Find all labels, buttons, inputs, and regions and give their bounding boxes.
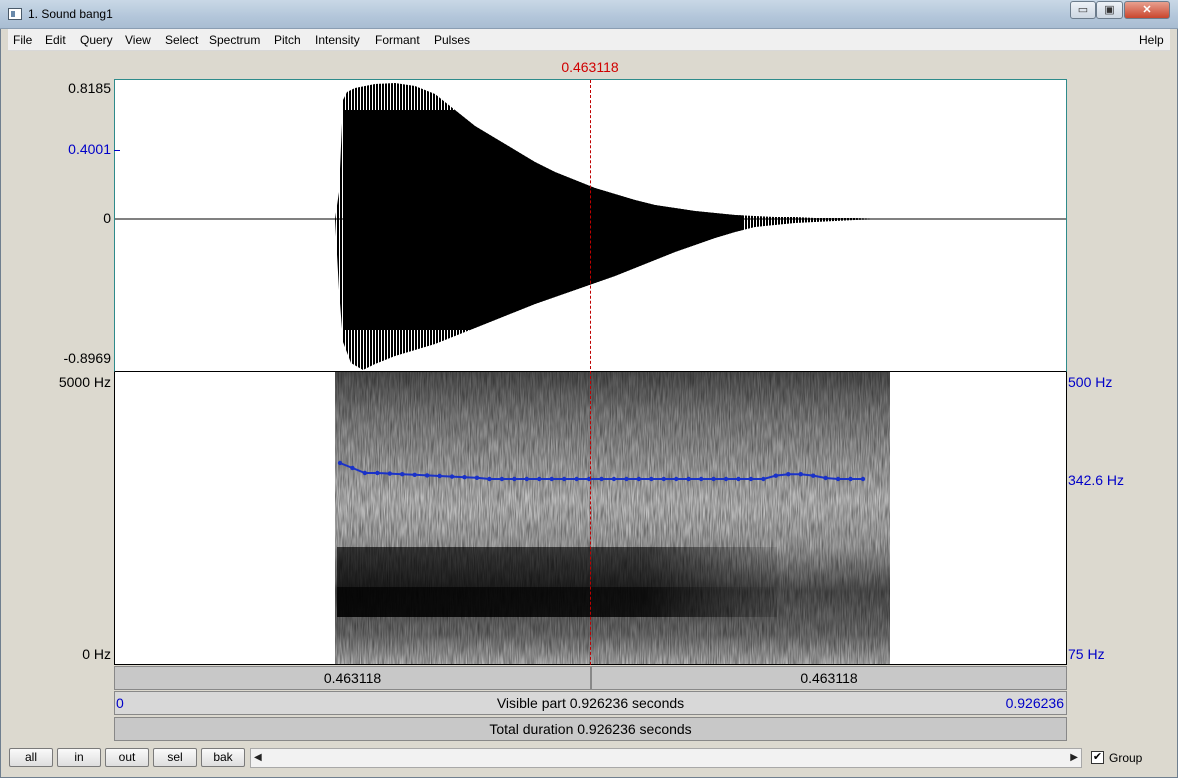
pitch-point (810, 473, 816, 478)
menu-query[interactable]: Query (80, 33, 113, 47)
wave-ymin-label: -0.8969 (63, 350, 111, 366)
pitch-point (474, 475, 480, 480)
pitch-point (424, 473, 430, 478)
pitch-point (835, 476, 841, 482)
pitch-point (487, 476, 492, 482)
pitch-point (686, 476, 691, 482)
window-icon (8, 8, 22, 20)
cursor-line (590, 80, 591, 690)
pitch-point (337, 460, 343, 466)
pitch-point (537, 476, 542, 482)
bak-button[interactable]: bak (201, 748, 245, 767)
menu-spectrum[interactable]: Spectrum (209, 33, 260, 47)
visible-start-label: 0 (116, 695, 124, 711)
menu-formant[interactable]: Formant (375, 33, 420, 47)
title-bar[interactable] (0, 0, 1178, 29)
pitch-point (611, 476, 617, 482)
menu-pulses[interactable]: Pulses (434, 33, 470, 47)
pitch-point (462, 475, 467, 480)
window-title: 1. Sound bang1 (28, 7, 113, 21)
sel-button[interactable]: sel (153, 748, 197, 767)
pitch-point (449, 474, 455, 479)
pitch-point (761, 476, 766, 482)
cursor-time-label: 0.463118 (561, 59, 619, 75)
close-button[interactable]: ✕ (1124, 1, 1170, 19)
menu-bar: File Edit Query View Select Spectrum Pit… (8, 29, 1170, 51)
pitch-point (636, 476, 642, 482)
spec-freq-top-label: 5000 Hz (58, 374, 111, 390)
pitch-point (624, 476, 629, 482)
pitch-point (362, 470, 368, 476)
pitch-point (823, 475, 828, 481)
selection-left-bar[interactable]: 0.463118 (114, 666, 591, 690)
pitch-point (350, 465, 355, 471)
pitch-point (711, 476, 716, 482)
spec-freq-bottom-label: 0 Hz (82, 646, 111, 662)
pitch-point (860, 476, 866, 482)
menu-file[interactable]: File (13, 33, 32, 47)
scroll-right-icon[interactable]: ▶ (1070, 752, 1078, 763)
visible-end-label: 0.926236 (1005, 695, 1064, 711)
pitch-point (574, 476, 579, 482)
pitch-bottom-label: 75 Hz (1068, 646, 1105, 662)
pitch-point (387, 471, 393, 476)
wave-ymax-label: 0.8185 (68, 80, 111, 96)
scroll-left-icon[interactable]: ◀ (254, 752, 262, 763)
all-button[interactable]: all (9, 748, 53, 767)
menu-view[interactable]: View (125, 33, 151, 47)
pitch-point (773, 473, 779, 478)
horizontal-scrollbar[interactable]: ◀ ▶ (250, 748, 1082, 768)
pitch-point (412, 472, 417, 477)
pitch-point (375, 470, 380, 476)
pitch-point (736, 476, 741, 482)
group-label: Group (1109, 751, 1143, 765)
in-button[interactable]: in (57, 748, 101, 767)
pitch-point (512, 476, 517, 482)
pitch-point (661, 476, 666, 482)
pitch-point (499, 476, 505, 482)
wave-yzero-label: 0 (103, 210, 111, 226)
pitch-point (400, 472, 405, 477)
pitch-point (798, 471, 803, 477)
pitch-point (723, 476, 729, 482)
menu-pitch[interactable]: Pitch (274, 33, 301, 47)
pitch-point (786, 471, 791, 477)
minimize-button[interactable]: ▭ (1070, 1, 1096, 19)
selection-right-bar[interactable]: 0.463118 (591, 666, 1067, 690)
menu-help[interactable]: Help (1139, 33, 1164, 47)
pitch-point (698, 476, 704, 482)
pitch-top-label: 500 Hz (1068, 374, 1113, 390)
visible-part-bar[interactable]: Visible part 0.926236 seconds (114, 691, 1067, 715)
pitch-point (549, 476, 554, 482)
group-checkbox[interactable]: ✔ (1091, 751, 1104, 764)
pitch-point (748, 476, 754, 482)
menu-edit[interactable]: Edit (45, 33, 66, 47)
pitch-point (649, 476, 654, 482)
pitch-value-label: 342.6 Hz (1068, 472, 1125, 488)
pitch-point (524, 476, 529, 482)
pitch-point (674, 476, 679, 482)
pitch-point (561, 476, 567, 482)
wave-ymid-label: 0.4001 (68, 141, 111, 157)
menu-intensity[interactable]: Intensity (315, 33, 360, 47)
wave-ymid-tick (114, 150, 120, 151)
pitch-point (599, 476, 604, 482)
pitch-point (437, 473, 442, 479)
menu-select[interactable]: Select (165, 33, 198, 47)
pitch-point (848, 476, 853, 482)
waveform-signal (335, 83, 887, 370)
maximize-button[interactable]: ▣ (1096, 1, 1123, 19)
total-duration-bar[interactable]: Total duration 0.926236 seconds (114, 717, 1067, 741)
out-button[interactable]: out (105, 748, 149, 767)
